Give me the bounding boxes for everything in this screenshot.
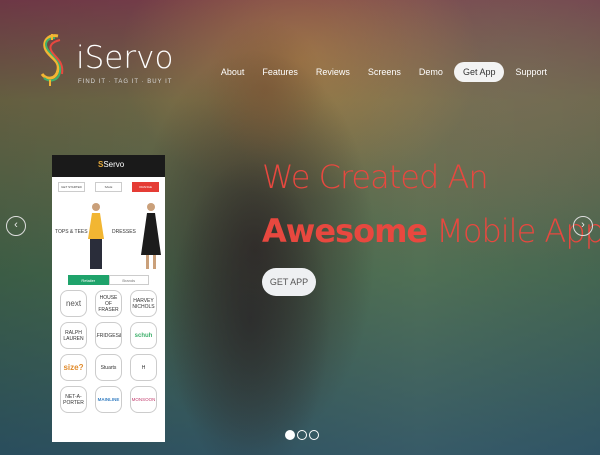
brand-tile: H: [130, 354, 157, 381]
phone-category-label-dresses: DRESSES: [112, 229, 136, 235]
phone-button-row: GET STARTED SALE ORANGE: [52, 177, 165, 197]
brand-tile: schuh: [130, 322, 157, 349]
nav-about[interactable]: About: [212, 62, 254, 82]
site-logo[interactable]: iServo FIND IT · TAG IT · BUY IT: [36, 30, 173, 90]
phone-tabs: Retailer Brands: [68, 275, 149, 285]
brand-tile: MONSOON: [130, 386, 157, 413]
main-nav: About Features Reviews Screens Demo Get …: [212, 62, 556, 82]
nav-reviews[interactable]: Reviews: [307, 62, 359, 82]
phone-tab-brands: Brands: [108, 275, 149, 285]
phone-app-logo: SServo: [98, 160, 125, 169]
hero-headline-line2: Awesome Mobile App: [262, 212, 600, 250]
carousel-prev-button[interactable]: ‹: [6, 216, 26, 236]
chevron-right-icon: ›: [581, 219, 585, 231]
phone-category-dresses: DRESSES: [109, 199, 165, 271]
brand-tile: HOUSE OF FRASER: [95, 290, 122, 317]
brand-tile: next: [60, 290, 87, 317]
brand-tile: SELFRIDGES&CO: [95, 322, 122, 349]
brand-tile: RALPH LAUREN: [60, 322, 87, 349]
logo-text: iServo: [76, 40, 174, 76]
phone-sale-button: SALE: [95, 182, 122, 192]
phone-tab-retailer: Retailer: [68, 275, 109, 285]
brand-tile: size?: [60, 354, 87, 381]
phone-orange-button: ORANGE: [132, 182, 159, 192]
phone-brand-grid: next HOUSE OF FRASER HARVEY NICHOLS RALP…: [52, 290, 165, 413]
phone-category-tops: TOPS & TEES: [52, 199, 108, 271]
phone-category-label-tops: TOPS & TEES: [55, 229, 88, 235]
brand-tile: MAINLINE: [95, 386, 122, 413]
nav-demo[interactable]: Demo: [410, 62, 452, 82]
hero-headline-emphasis: Awesome: [262, 212, 428, 250]
nav-screens[interactable]: Screens: [359, 62, 410, 82]
carousel-dot-2[interactable]: [297, 430, 307, 440]
hero-headline-line1: We Created An: [262, 158, 489, 196]
carousel-dot-1[interactable]: [285, 430, 295, 440]
brand-tile: Stuarts: [95, 354, 122, 381]
phone-mockup: SServo GET STARTED SALE ORANGE TOPS & TE…: [52, 155, 165, 442]
phone-get-started-button: GET STARTED: [58, 182, 85, 192]
chevron-left-icon: ‹: [14, 219, 18, 231]
brand-tile: HARVEY NICHOLS: [130, 290, 157, 317]
logo-mark-icon: [40, 34, 64, 86]
phone-category-banner: TOPS & TEES DRESSES: [52, 199, 165, 271]
brand-tile: NET-A-PORTER: [60, 386, 87, 413]
carousel-next-button[interactable]: ›: [573, 216, 593, 236]
nav-get-app[interactable]: Get App: [453, 62, 505, 82]
logo-tagline: FIND IT · TAG IT · BUY IT: [78, 79, 173, 85]
get-app-button[interactable]: GET APP: [262, 268, 316, 296]
model-yellow-top-icon: [88, 203, 104, 269]
nav-support[interactable]: Support: [506, 62, 556, 82]
carousel-indicators: [285, 430, 321, 440]
phone-app-header: SServo: [52, 155, 165, 177]
model-black-dress-icon: [141, 203, 161, 269]
carousel-dot-3[interactable]: [309, 430, 319, 440]
nav-features[interactable]: Features: [253, 62, 307, 82]
